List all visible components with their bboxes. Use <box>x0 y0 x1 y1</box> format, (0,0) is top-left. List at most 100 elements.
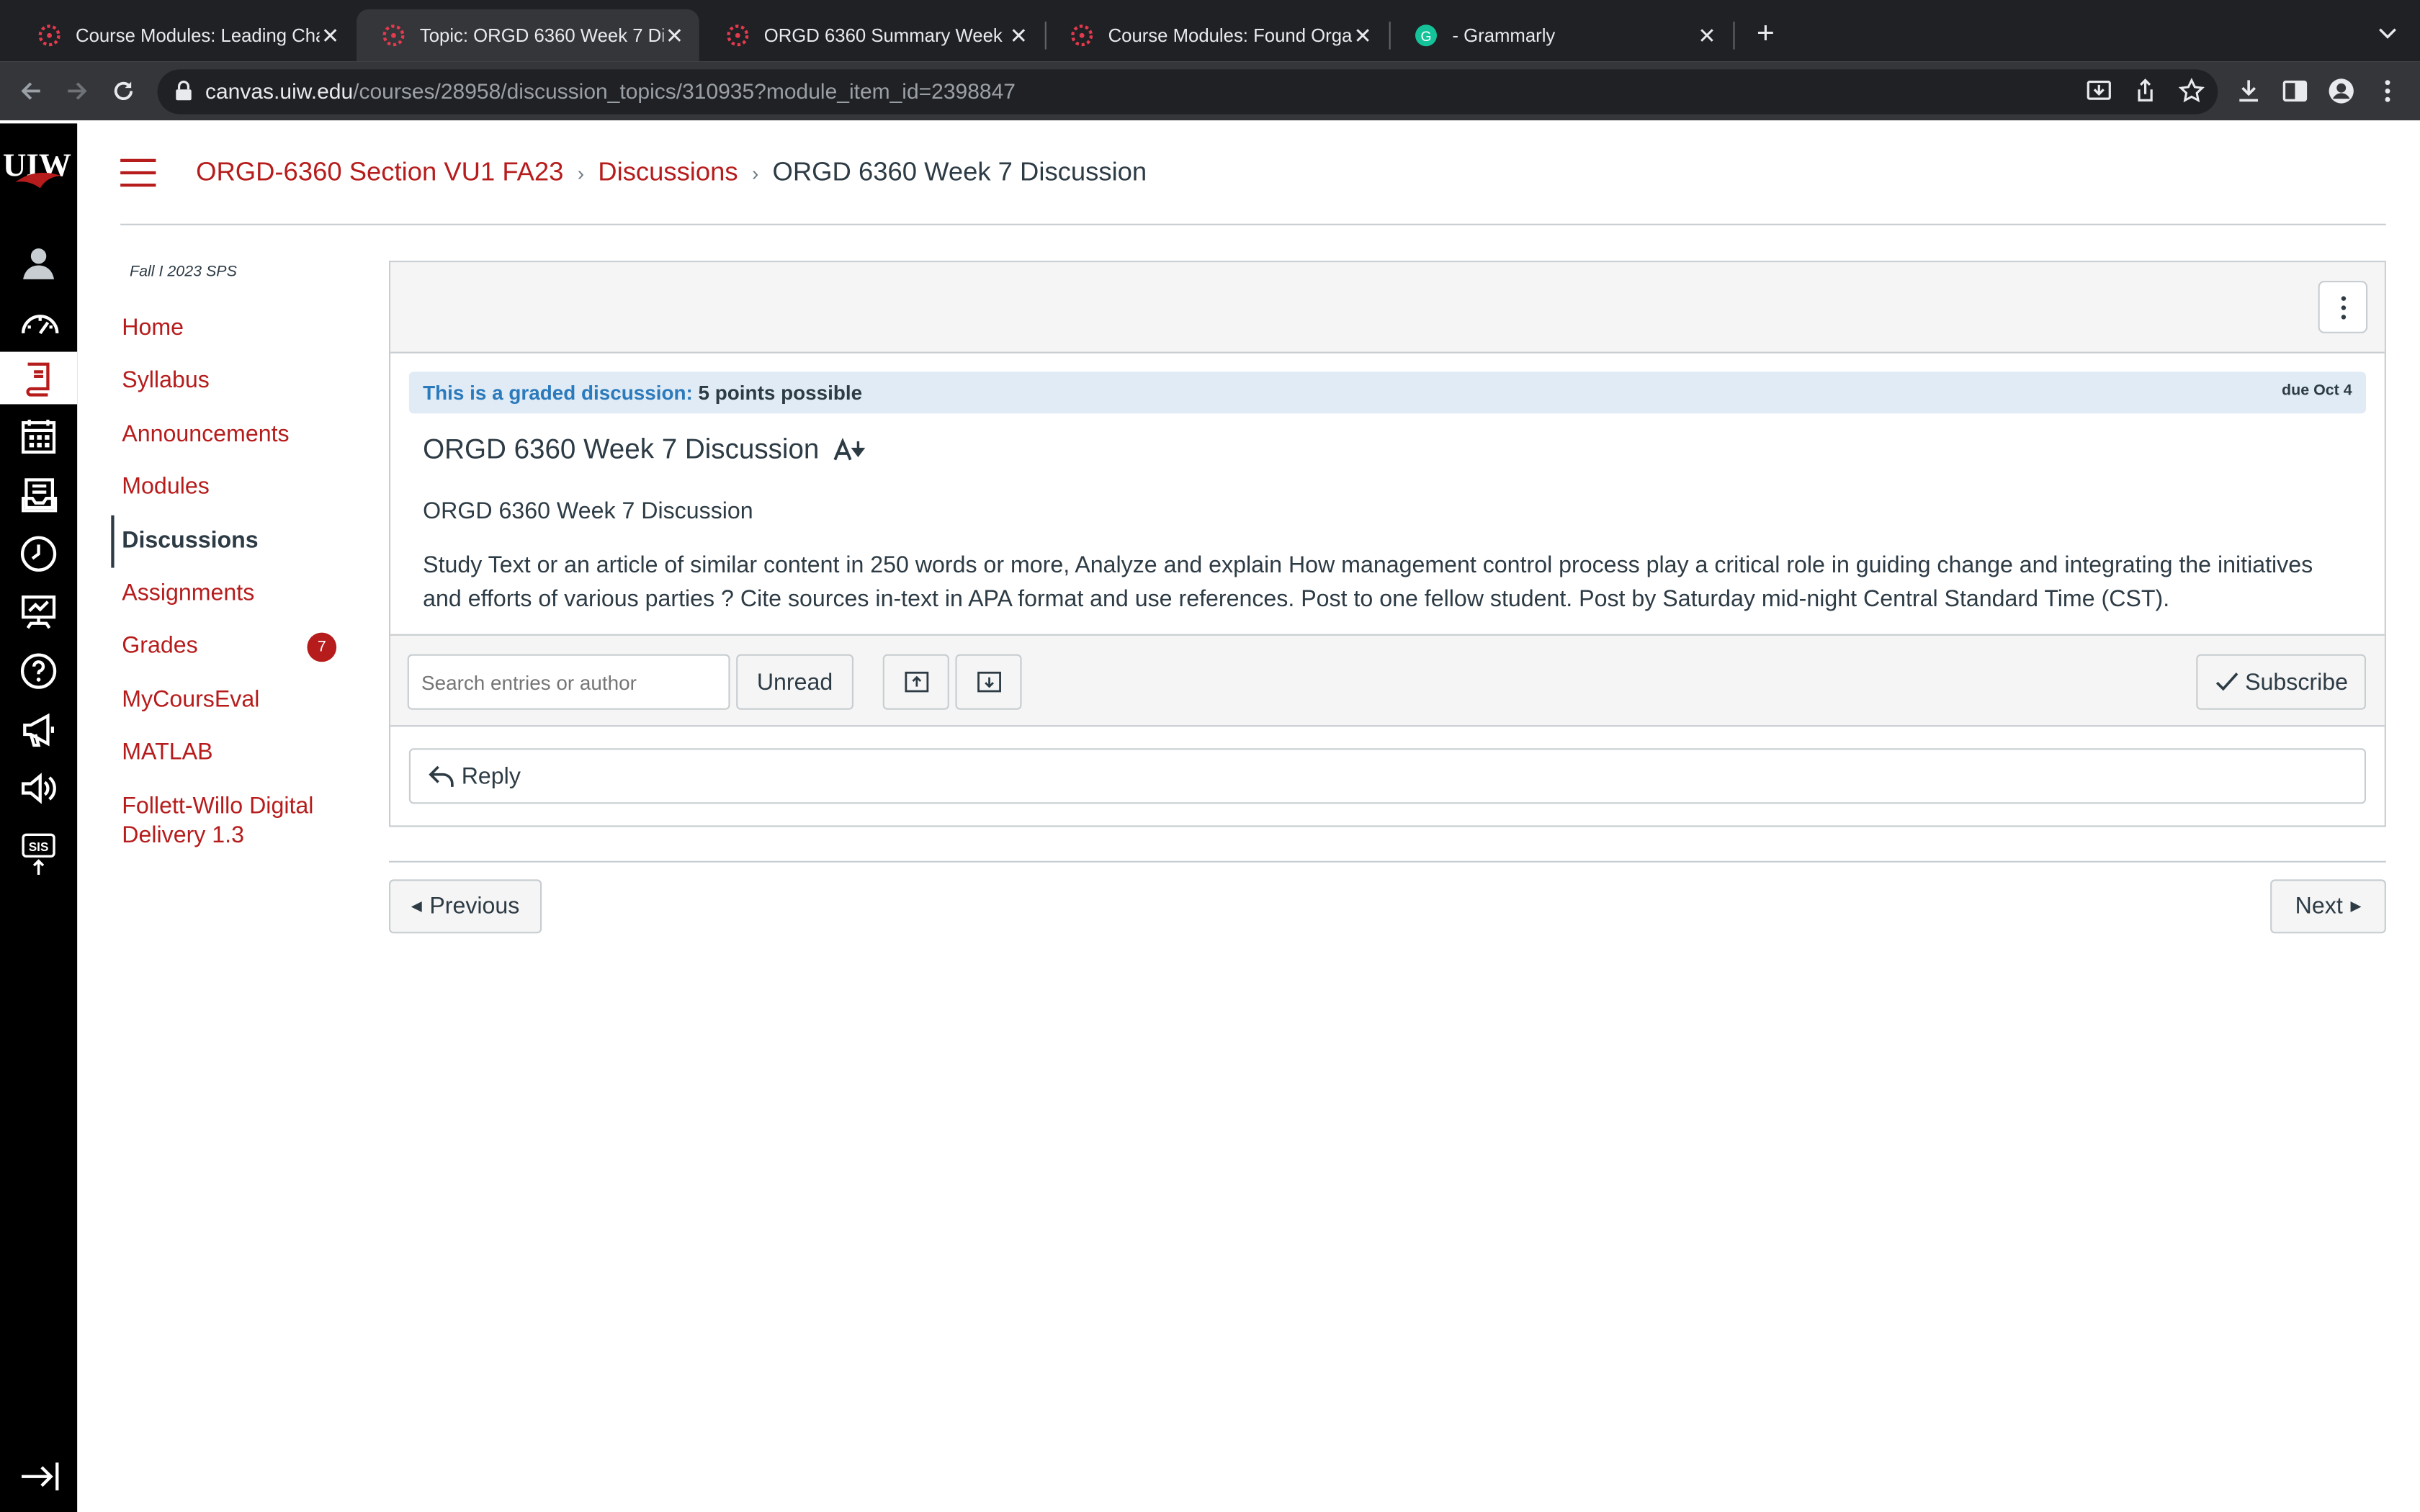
install-app-icon[interactable] <box>2084 76 2115 107</box>
side-panel-icon[interactable] <box>2280 76 2311 107</box>
checkmark-icon <box>2215 672 2238 691</box>
breadcrumb-discussions-link[interactable]: Discussions <box>598 158 738 189</box>
previous-button[interactable]: ◀ Previous <box>389 879 542 934</box>
canvas-favicon-icon <box>727 24 749 47</box>
collapse-arrow-icon <box>21 1462 59 1490</box>
sis-nav-item[interactable]: SIS <box>0 825 77 878</box>
history-nav-item[interactable] <box>0 528 77 580</box>
commons-nav-item[interactable] <box>0 586 77 639</box>
audio-nav-item[interactable] <box>0 762 77 815</box>
subscribe-label: Subscribe <box>2245 668 2349 696</box>
subscribe-button[interactable]: Subscribe <box>2196 654 2366 710</box>
course-nav-home[interactable]: Home <box>111 302 358 356</box>
announcements-nav-item[interactable] <box>0 703 77 756</box>
dashboard-gauge-icon <box>22 315 59 335</box>
calendar-icon <box>21 419 56 454</box>
new-tab-icon[interactable]: + <box>1750 19 1781 50</box>
course-nav-follett[interactable]: Follett-Willo Digital Delivery 1.3 <box>111 780 358 873</box>
browser-tab[interactable]: Course Modules: Found Organi ✕ <box>1045 9 1388 62</box>
megaphone-icon <box>23 713 54 747</box>
course-nav-grades[interactable]: Grades 7 <box>111 621 358 674</box>
browser-tab[interactable]: Course Modules: Leading Chan ✕ <box>12 9 355 62</box>
course-nav-announcements[interactable]: Announcements <box>111 408 358 462</box>
url-path: /courses/28958/discussion_topics/310935?… <box>353 78 1016 104</box>
close-tab-icon[interactable]: ✕ <box>1006 23 1031 48</box>
collapse-up-icon <box>904 671 928 693</box>
url-text[interactable]: canvas.uiw.edu/courses/28958/discussion_… <box>205 78 1016 103</box>
reply-button[interactable]: Reply <box>408 748 2366 804</box>
bookmark-star-icon[interactable] <box>2176 76 2207 107</box>
discussion-topic-card: This is a graded discussion: 5 points po… <box>389 261 2386 827</box>
canvas-favicon-icon <box>1071 24 1093 47</box>
calendar-nav-item[interactable] <box>0 410 77 463</box>
user-account-icon <box>23 248 54 279</box>
back-arrow-icon[interactable] <box>15 76 46 107</box>
forward-arrow-icon[interactable] <box>62 76 93 107</box>
unread-filter-button[interactable]: Unread <box>736 654 853 710</box>
close-tab-icon[interactable]: ✕ <box>1695 23 1719 48</box>
sis-import-icon: SIS <box>22 833 55 875</box>
collapse-nav-item[interactable] <box>0 1450 77 1503</box>
more-options-icon[interactable] <box>2318 281 2368 333</box>
next-button[interactable]: Next ▶ <box>2270 879 2386 934</box>
browser-tab-strip: Course Modules: Leading Chan ✕ Topic: OR… <box>0 0 2420 62</box>
close-tab-icon[interactable]: ✕ <box>662 23 686 48</box>
more-menu-icon[interactable] <box>2372 76 2403 107</box>
account-nav-item[interactable] <box>0 236 77 289</box>
caret-left-icon: ◀ <box>411 898 422 914</box>
footer-divider <box>389 860 2386 863</box>
discussion-subtitle: ORGD 6360 Week 7 Discussion <box>423 498 753 525</box>
browser-tab[interactable]: G - Grammarly ✕ <box>1389 9 1732 62</box>
speaker-icon <box>21 773 56 804</box>
discussion-title-row: ORGD 6360 Week 7 Discussion <box>423 433 867 466</box>
course-nav-mycourseval[interactable]: MyCoursEval <box>111 674 358 727</box>
close-tab-icon[interactable]: ✕ <box>318 23 342 48</box>
collapse-replies-button[interactable] <box>882 654 949 710</box>
courses-nav-item[interactable] <box>0 351 78 405</box>
search-entries-input[interactable] <box>407 654 730 710</box>
course-nav-discussions[interactable]: Discussions <box>111 514 358 568</box>
chevron-down-icon[interactable] <box>2375 20 2400 45</box>
course-nav-grades-label: Grades <box>122 633 198 660</box>
course-navigation: Home Syllabus Announcements Modules Disc… <box>111 302 358 873</box>
help-question-icon <box>20 653 57 689</box>
course-nav-modules[interactable]: Modules <box>111 462 358 515</box>
breadcrumb-course-link[interactable]: ORGD-6360 Section VU1 FA23 <box>196 158 563 189</box>
profile-icon[interactable] <box>2326 76 2357 107</box>
courses-book-icon <box>26 362 50 397</box>
graded-discussion-banner: This is a graded discussion: 5 points po… <box>408 372 2366 414</box>
lock-icon[interactable] <box>174 80 193 102</box>
due-date: due Oct 4 <box>2282 382 2352 400</box>
browser-tab[interactable]: ORGD 6360 Summary Week 7 ✕ <box>701 9 1044 62</box>
graded-info: This is a graded discussion: 5 points po… <box>423 381 862 404</box>
share-icon[interactable] <box>2130 76 2161 107</box>
help-nav-item[interactable] <box>0 645 77 698</box>
course-nav-syllabus[interactable]: Syllabus <box>111 356 358 409</box>
breadcrumb-current: ORGD 6360 Week 7 Discussion <box>772 157 1147 187</box>
svg-text:G: G <box>1420 30 1431 45</box>
inbox-nav-item[interactable] <box>0 469 77 521</box>
grades-count-badge: 7 <box>307 633 337 663</box>
discussion-title: ORGD 6360 Week 7 Discussion <box>423 433 820 464</box>
next-label: Next <box>2295 893 2343 920</box>
tab-title: Course Modules: Found Organi <box>1108 24 1353 47</box>
global-navigation: UIW SIS <box>0 123 78 1512</box>
browser-tab-active[interactable]: Topic: ORGD 6360 Week 7 Disc ✕ <box>356 9 699 62</box>
points-possible: 5 points possible <box>698 381 863 405</box>
course-nav-matlab[interactable]: MATLAB <box>111 727 358 780</box>
uiw-logo[interactable]: UIW <box>0 139 77 201</box>
expand-replies-button[interactable] <box>955 654 1022 710</box>
text-to-speech-icon[interactable] <box>833 438 867 463</box>
hamburger-menu-icon[interactable] <box>120 158 156 187</box>
dashboard-nav-item[interactable] <box>0 298 77 351</box>
download-icon[interactable] <box>2233 76 2264 107</box>
course-nav-assignments[interactable]: Assignments <box>111 567 358 621</box>
grammarly-favicon-icon: G <box>1415 24 1437 47</box>
tab-title: Topic: ORGD 6360 Week 7 Disc <box>419 24 664 47</box>
reply-arrow-icon <box>429 765 454 787</box>
close-tab-icon[interactable]: ✕ <box>1350 23 1375 48</box>
reload-icon[interactable] <box>108 76 139 107</box>
tab-title: - Grammarly <box>1452 24 1556 47</box>
previous-label: Previous <box>429 893 520 920</box>
expand-down-icon <box>977 671 1000 693</box>
